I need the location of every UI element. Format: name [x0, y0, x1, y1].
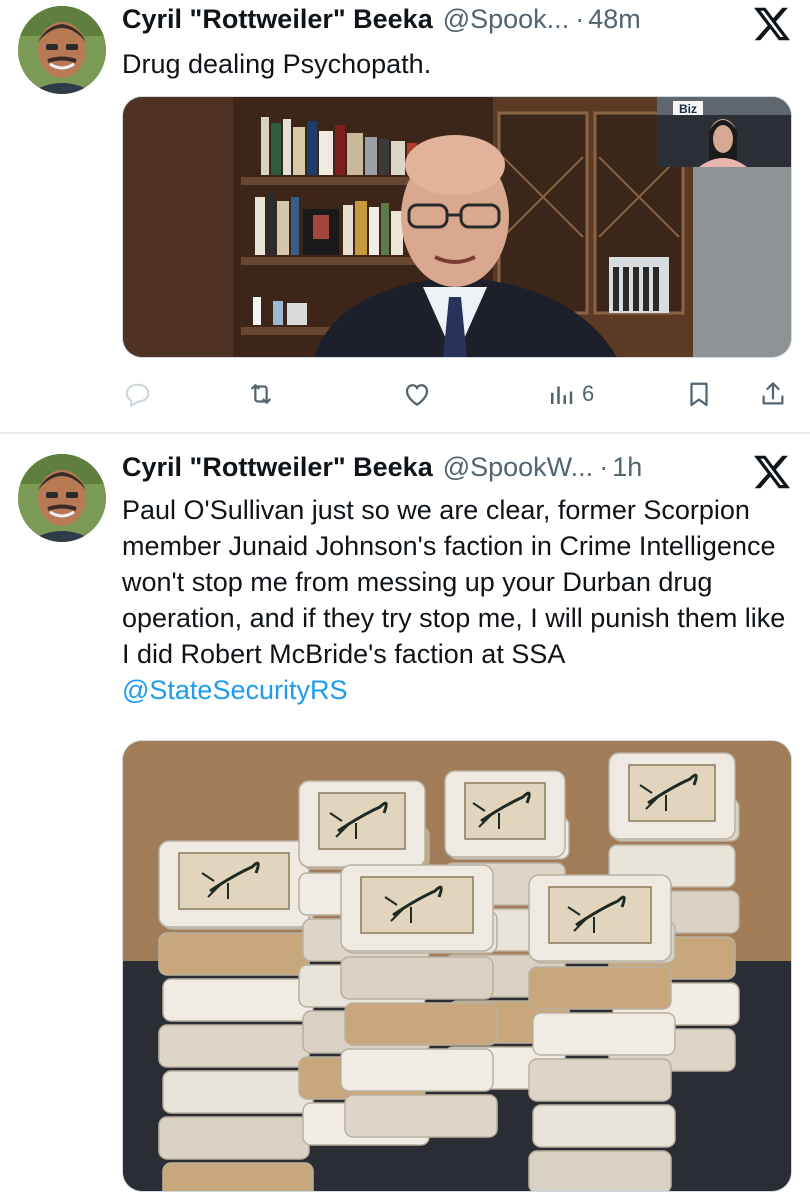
tweet-text: Drug dealing Psychopath.: [122, 49, 432, 79]
inset-overlay-label: Biz: [679, 102, 697, 116]
retweet-icon: [251, 384, 271, 404]
views-count: 6: [582, 381, 595, 406]
x-logo-icon: [754, 6, 790, 42]
timestamp[interactable]: 48m: [588, 4, 641, 35]
views-icon: [551, 386, 573, 404]
tweet[interactable]: Cyril "Rottweiler" Beeka @Spook... · 48m…: [0, 0, 810, 432]
author-handle[interactable]: @SpookW...: [443, 452, 593, 483]
retweet-button[interactable]: [246, 372, 276, 416]
bookmark-icon: [690, 382, 708, 407]
avatar[interactable]: [18, 6, 106, 94]
tweet-image[interactable]: [122, 740, 792, 1192]
avatar[interactable]: [18, 454, 106, 542]
tweet-body: Paul O'Sullivan just so we are clear, fo…: [122, 495, 786, 669]
tweet-text: Paul O'Sullivan just so we are clear, fo…: [122, 492, 792, 708]
timestamp[interactable]: 1h: [612, 452, 642, 483]
x-logo-icon: [754, 454, 790, 490]
author-name[interactable]: Cyril "Rottweiler" Beeka: [122, 452, 433, 483]
views-button[interactable]: 6: [546, 372, 594, 416]
reply-button[interactable]: [122, 372, 152, 416]
mention-link[interactable]: @StateSecurityRS: [122, 675, 348, 705]
share-button[interactable]: [758, 372, 788, 416]
bookmark-button[interactable]: [684, 372, 714, 416]
tweet-video[interactable]: Biz: [122, 96, 792, 358]
share-icon: [762, 382, 784, 405]
author-handle[interactable]: @Spook...: [443, 4, 569, 35]
reply-icon: [125, 383, 150, 408]
tweet[interactable]: Cyril "Rottweiler" Beeka @SpookW... · 1h…: [0, 434, 810, 1200]
like-button[interactable]: [402, 372, 432, 416]
like-icon: [405, 384, 429, 406]
separator-dot: ·: [575, 4, 585, 34]
author-name[interactable]: Cyril "Rottweiler" Beeka: [122, 4, 433, 35]
tweet-header: Cyril "Rottweiler" Beeka @Spook... · 48m: [122, 4, 641, 38]
tweet-header: Cyril "Rottweiler" Beeka @SpookW... · 1h: [122, 452, 642, 486]
separator-dot: ·: [599, 452, 609, 482]
tweet-actions: 6: [122, 372, 790, 416]
